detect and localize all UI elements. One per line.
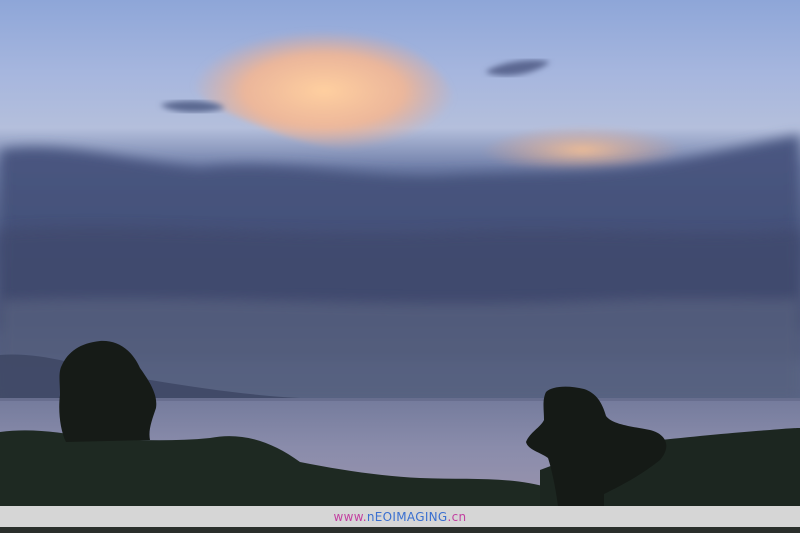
landscape-photo — [0, 0, 800, 533]
watermark-bar: www.nEOIMAGING.cn — [0, 506, 800, 527]
photo-canvas — [0, 0, 800, 506]
watermark-prefix: www. — [333, 509, 367, 524]
watermark-suffix: .cn — [447, 509, 467, 524]
watermark-brand: nEOIMAGING — [366, 509, 448, 524]
watermark-text: www.nEOIMAGING.cn — [334, 510, 467, 524]
bottom-strip — [0, 527, 800, 533]
